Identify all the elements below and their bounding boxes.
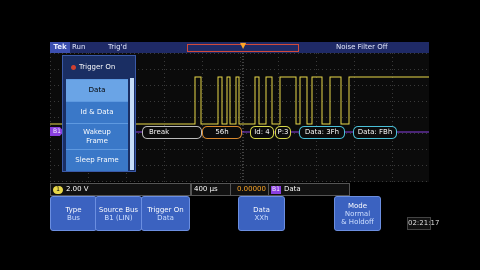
ch1-marker: 1 — [53, 186, 63, 194]
trigger-type: Data — [284, 185, 301, 193]
trigger-position-icon: ▼ — [240, 41, 247, 50]
trigger-state: Trig'd — [108, 43, 127, 51]
menu-item-sleep-frame[interactable]: Sleep Frame — [66, 149, 128, 171]
type-label: Type — [65, 205, 82, 214]
trigger-on-menu: Trigger On Data Id & Data Wakeup Frame S… — [62, 55, 136, 172]
source-bus-value: B1 (LIN) — [104, 213, 133, 222]
readout-bar: 1 2.00 V 400 µs 0.00000 s B1 Data — [50, 183, 429, 196]
trigger-on-value: Data — [157, 213, 174, 222]
type-button[interactable]: Type Bus — [50, 196, 97, 231]
trigger-on-label: Trigger On — [147, 205, 184, 214]
data-button[interactable]: Data XXh — [238, 196, 285, 231]
menu-item-id-and-data[interactable]: Id & Data — [66, 101, 128, 123]
mode-value: Normal & Holdoff — [341, 209, 374, 226]
radio-indicator-icon — [71, 64, 76, 70]
decode-packet: Data: FBh — [353, 126, 397, 139]
data-value: XXh — [254, 213, 269, 222]
timebase-readout[interactable]: 400 µs — [191, 183, 232, 196]
brand-logo: Tek — [50, 42, 70, 53]
acquisition-state: Run — [72, 43, 86, 51]
clock: 02:21:17 — [407, 217, 439, 230]
bus-trigger-marker: B1 — [271, 186, 281, 194]
trigger-readout[interactable]: B1 Data — [268, 183, 350, 196]
source-bus-button[interactable]: Source Bus B1 (LIN) — [95, 196, 142, 231]
trigger-on-menu-header: Trigger On — [63, 56, 135, 78]
menu-item-data[interactable]: Data — [66, 79, 128, 101]
mode-label: Mode — [347, 201, 368, 210]
menu-scrollbar[interactable] — [130, 78, 134, 170]
menu-title: Trigger On — [79, 63, 116, 71]
decode-packet: Data: 3Fh — [299, 126, 345, 139]
source-bus-label: Source Bus — [98, 205, 139, 214]
data-label: Data — [253, 205, 270, 214]
trigger-on-button[interactable]: Trigger On Data — [141, 196, 190, 231]
noise-filter-status: Noise Filter Off — [336, 43, 388, 51]
decode-packet: P:3 — [275, 126, 291, 139]
decode-packet: Id: 4 — [250, 126, 274, 139]
status-bar: Tek Run Trig'd ▼ Noise Filter Off — [50, 41, 429, 53]
ch1-readout[interactable]: 1 2.00 V — [50, 183, 191, 196]
menu-item-wakeup-frame[interactable]: Wakeup Frame — [66, 123, 128, 149]
decode-packet: 56h — [202, 126, 242, 139]
type-value: Bus — [67, 213, 80, 222]
mode-button[interactable]: Mode Normal & Holdoff — [334, 196, 381, 231]
ch1-scale: 2.00 V — [66, 185, 89, 193]
decode-packet: Break — [142, 126, 202, 139]
